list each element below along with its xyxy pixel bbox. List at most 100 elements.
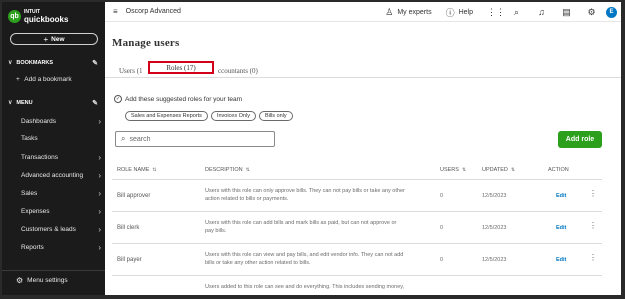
apps-grid-icon[interactable]: ⋮⋮ (487, 7, 505, 18)
edit-role-link[interactable]: Edit (556, 256, 566, 264)
roles-table: ROLE NAME ⇅ DESCRIPTION ⇅ USERS ⇅ UPDATED ⇅ … (112, 160, 602, 295)
role-name: Bill clerk (117, 225, 140, 231)
edit-role-link[interactable]: Edit (556, 224, 566, 232)
help-circle-icon: ⓘ (445, 7, 455, 18)
avatar[interactable]: E (606, 6, 617, 18)
search-input[interactable] (129, 135, 260, 143)
my-experts-label: My experts (397, 8, 432, 16)
edit-bookmarks-pencil-icon[interactable]: ✎ (92, 59, 98, 67)
bookmarks-header-label: BOOKMARKS (16, 59, 54, 66)
sort-icon: ⇅ (245, 166, 250, 173)
search-box[interactable]: ⌕ (115, 131, 275, 147)
tab-roles[interactable]: Roles (17) (148, 61, 214, 74)
role-name: Bill approver (117, 193, 151, 199)
table-row: Bill approver Users with this role can o… (112, 180, 602, 212)
chevron-right-icon: › (98, 153, 101, 162)
tab-users[interactable]: Users (1 (119, 67, 143, 75)
role-updated-date: 12/5/2023 (482, 257, 507, 263)
clipboard-icon[interactable]: ▤ (562, 7, 571, 18)
chevron-right-icon: › (98, 171, 101, 180)
more-options-icon[interactable]: ⋮ (589, 190, 597, 198)
top-bar: ≡ Oscorp Advanced ♙ My experts ⓘ Help ⋮⋮… (105, 2, 621, 22)
sort-icon: ⇅ (152, 166, 157, 173)
suggested-roles-chips: Sales and Expenses Reports Invoices Only… (125, 111, 296, 121)
person-icon: ♙ (385, 6, 394, 17)
sidebar-item-advanced-accounting[interactable]: Advanced accounting › (21, 171, 101, 180)
column-updated[interactable]: UPDATED ⇅ (482, 167, 515, 173)
add-bookmark-label: Add a bookmark (24, 76, 72, 83)
role-users-count: 0 (440, 193, 444, 199)
plus-icon: + (16, 76, 20, 83)
add-bookmark-link[interactable]: + Add a bookmark (16, 76, 72, 83)
role-description: Users with this role can only approve bi… (205, 188, 405, 202)
sort-icon: ⇅ (461, 166, 467, 173)
role-description: Users with this role can view and pay bi… (205, 252, 404, 266)
new-button[interactable]: + New (10, 33, 98, 45)
suggested-roles-header: ✓ Add these suggested roles for your tea… (114, 95, 242, 103)
chip-sales-expenses-reports[interactable]: Sales and Expenses Reports (125, 111, 208, 121)
role-users-count: 0 (440, 225, 444, 231)
table-row: Bill clerk Users with this role can add … (112, 212, 602, 244)
chevron-right-icon: › (98, 117, 101, 126)
my-experts-button[interactable]: ♙ My experts (385, 7, 431, 18)
role-description: Users with this role can add bills and m… (205, 220, 397, 234)
plus-icon: + (43, 34, 49, 44)
role-updated-date: 12/5/2023 (482, 225, 507, 231)
column-description[interactable]: DESCRIPTION ⇅ (205, 167, 250, 173)
chevron-right-icon: › (98, 243, 101, 252)
menu-header[interactable]: ∨ MENU ✎ (8, 99, 100, 107)
chip-bills-only[interactable]: Bills only (258, 111, 293, 121)
menu-header-label: MENU (16, 99, 33, 106)
tab-accountants[interactable]: ccountants (0) (218, 67, 258, 75)
left-sidebar: qb INTUIT quickbooks + New ∨ BOOKMARKS ✎… (2, 2, 105, 295)
logo-product-text: quickbooks (24, 15, 69, 24)
add-role-button[interactable]: Add role (558, 131, 602, 148)
more-options-icon[interactable]: ⋮ (589, 254, 597, 262)
role-name: Bill payer (117, 257, 142, 263)
sidebar-item-transactions[interactable]: Transactions › (21, 153, 101, 162)
chevron-right-icon: › (98, 225, 101, 234)
more-options-icon[interactable]: ⋮ (589, 222, 597, 230)
check-circle-icon: ✓ (114, 95, 122, 103)
quickbooks-logo[interactable]: qb INTUIT quickbooks (8, 9, 69, 24)
chevron-right-icon: › (98, 207, 101, 216)
chevron-right-icon: › (98, 189, 101, 198)
column-role-name[interactable]: ROLE NAME ⇅ (117, 167, 157, 173)
tab-bar: Users (1 ccountants (0) Roles (17) (105, 61, 621, 78)
edit-role-link[interactable]: Edit (556, 192, 566, 200)
company-name: Oscorp Advanced (125, 8, 181, 15)
role-updated-date: 12/5/2023 (482, 193, 507, 199)
table-row: Bill payer Users with this role can view… (112, 244, 602, 276)
search-icon: ⌕ (121, 134, 126, 143)
gear-icon: ⚙ (16, 276, 24, 285)
chevron-down-icon: ∨ (8, 100, 13, 106)
quickbooks-logo-icon: qb (8, 9, 21, 23)
collapse-menu-icon[interactable]: ≡ (113, 7, 118, 16)
gear-icon[interactable]: ⚙ (587, 7, 596, 18)
column-users[interactable]: USERS ⇅ (440, 167, 466, 173)
help-button[interactable]: ⓘ Help (446, 6, 473, 19)
help-label: Help (458, 8, 473, 16)
role-users-count: 0 (440, 257, 444, 263)
sort-icon: ⇅ (510, 166, 516, 173)
search-icon[interactable]: ⌕ (512, 7, 521, 18)
sidebar-item-reports[interactable]: Reports › (21, 243, 101, 252)
page-title: Manage users (112, 37, 180, 49)
table-header: ROLE NAME ⇅ DESCRIPTION ⇅ USERS ⇅ UPDATED ⇅ … (112, 160, 602, 180)
sidebar-item-dashboards[interactable]: Dashboards › (21, 117, 101, 126)
bookmarks-header[interactable]: ∨ BOOKMARKS ✎ (8, 59, 100, 67)
role-description: Users added to this role can see and do … (205, 284, 405, 290)
sidebar-item-expenses[interactable]: Expenses › (21, 207, 101, 216)
tab-roles-label: Roles (17) (166, 63, 196, 72)
chip-invoices-only[interactable]: Invoices Only (210, 111, 256, 121)
sidebar-item-customers-leads[interactable]: Customers & leads › (21, 225, 101, 234)
bell-icon[interactable]: ♫ (537, 7, 546, 17)
menu-settings-label: Menu settings (27, 277, 68, 284)
edit-menu-pencil-icon[interactable]: ✎ (92, 99, 98, 107)
menu-settings-button[interactable]: ⚙ Menu settings (2, 270, 105, 290)
suggested-roles-text: Add these suggested roles for your team (125, 95, 243, 103)
sidebar-item-tasks[interactable]: Tasks (21, 135, 101, 142)
chevron-down-icon: ∨ (8, 60, 13, 66)
sidebar-item-sales[interactable]: Sales › (21, 189, 101, 198)
new-button-label: New (51, 35, 65, 43)
